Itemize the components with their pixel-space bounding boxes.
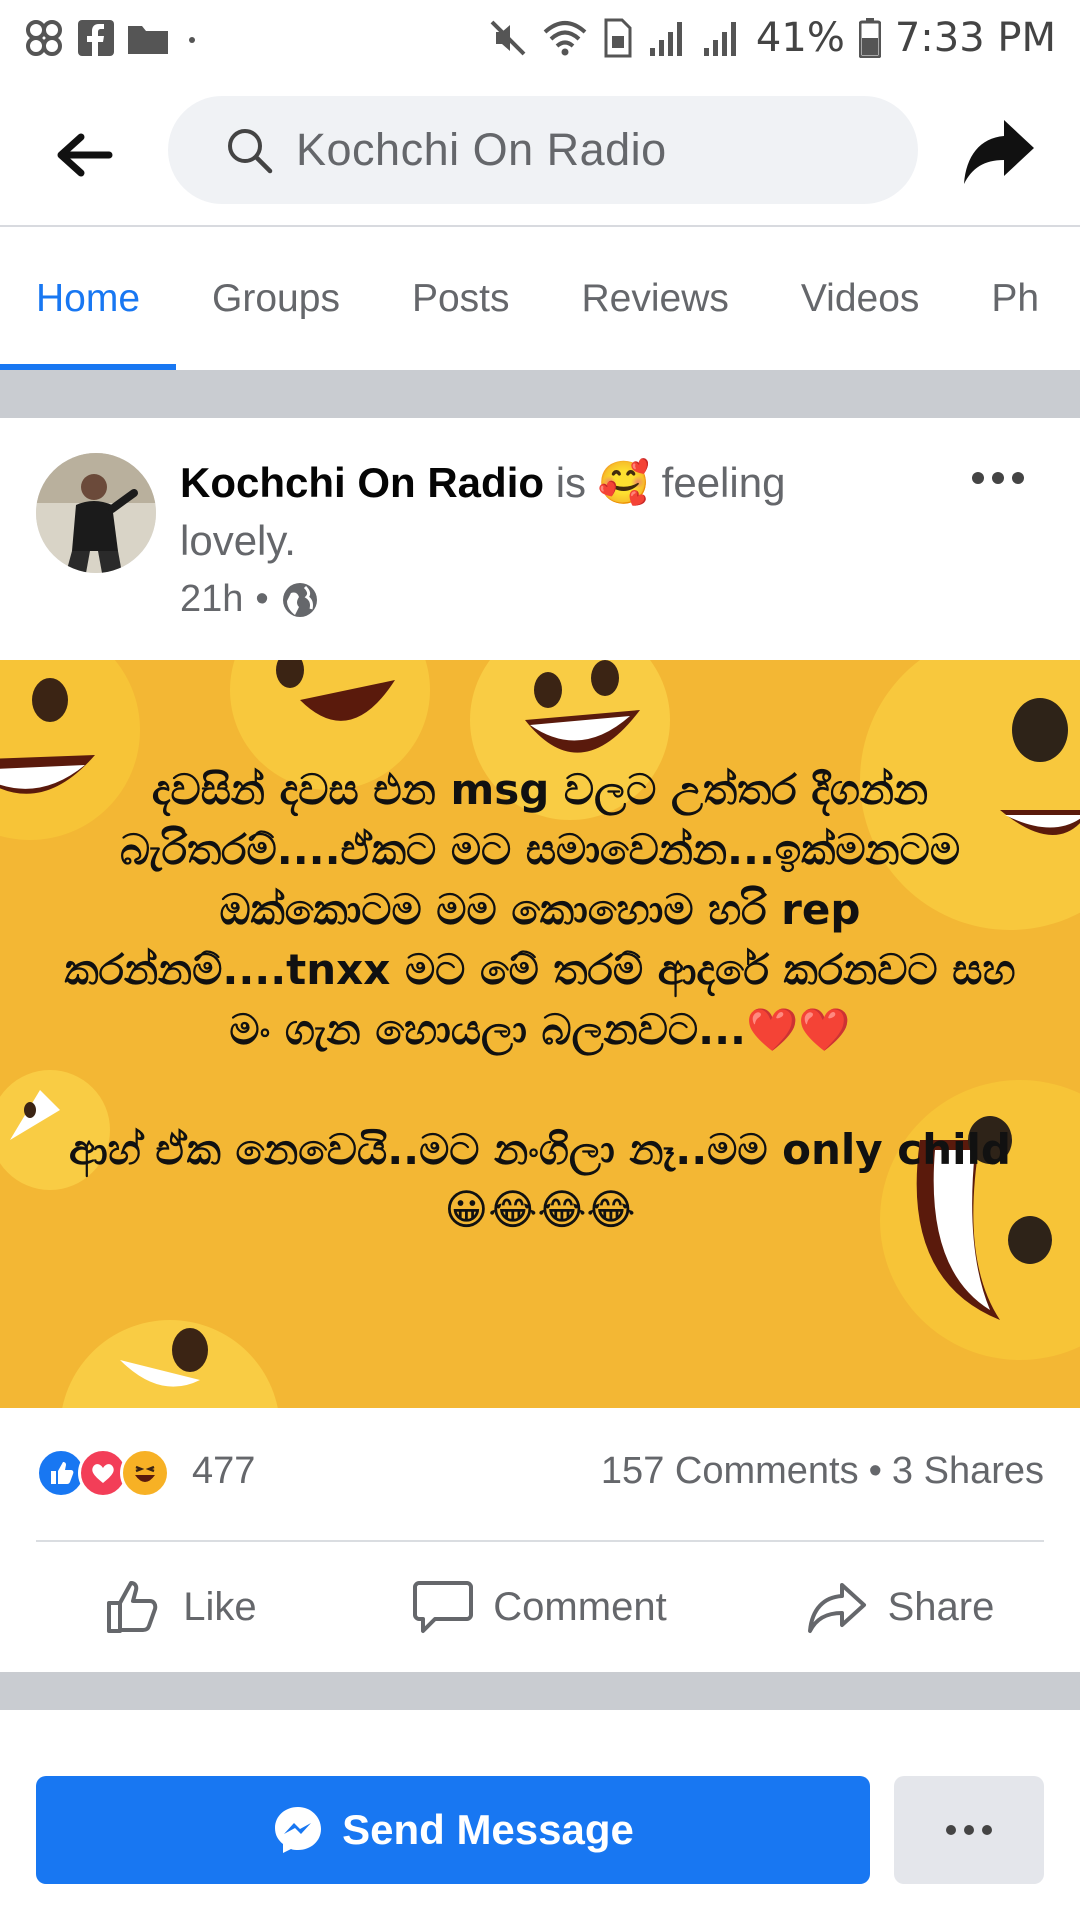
post-image-paragraph-1: දවසින් දවස එන msg වලට උත්තර දීගන්න බැරිත… [64, 765, 1016, 1054]
tab-label: Groups [212, 277, 340, 320]
send-message-label: Send Message [342, 1806, 634, 1853]
page-tabs: Home Groups Posts Reviews Videos Ph [0, 228, 1080, 370]
sim-icon [604, 18, 632, 57]
app-icon [26, 19, 62, 56]
tab-groups[interactable]: Groups [176, 228, 376, 370]
tab-photos[interactable]: Ph [955, 228, 1075, 370]
tab-posts[interactable]: Posts [376, 228, 546, 370]
back-button[interactable] [50, 120, 120, 190]
search-text: Kochchi On Radio [296, 124, 667, 175]
status-time: 7:33 PM [894, 14, 1056, 61]
shares-count[interactable]: 3 Shares [892, 1450, 1044, 1493]
status-right: 41% 7:33 PM [488, 15, 1056, 61]
post-time-row: 21h • [180, 578, 319, 621]
battery-percent: 41% [755, 14, 845, 61]
comment-label: Comment [493, 1584, 667, 1629]
share-page-button[interactable] [958, 112, 1038, 192]
tab-reviews[interactable]: Reviews [546, 228, 765, 370]
share-label: Share [887, 1584, 995, 1629]
comment-button[interactable]: Comment [360, 1542, 720, 1672]
more-dots-icon [946, 1825, 956, 1835]
tab-home[interactable]: Home [0, 228, 177, 370]
stats-separator: • [868, 1450, 882, 1492]
thumbs-up-icon [107, 1581, 158, 1633]
search-input[interactable]: Kochchi On Radio [168, 96, 918, 204]
messenger-icon [275, 1807, 322, 1853]
tab-label: Ph [991, 277, 1040, 320]
post-header: Kochchi On Radio is 🥰 feeling lovely. 21… [0, 418, 1080, 660]
comment-icon [413, 1581, 474, 1633]
signal-icon [649, 21, 682, 56]
tab-label: Posts [411, 277, 510, 320]
dot [972, 472, 984, 484]
facebook-icon [78, 19, 114, 56]
like-label: Like [183, 1584, 257, 1629]
haha-reaction-icon [120, 1448, 170, 1498]
post-image[interactable]: දවසින් දවස එන msg වලට උත්තර දීගන්න බැරිත… [0, 660, 1080, 1408]
time-separator: • [255, 578, 269, 620]
mute-icon [490, 20, 526, 55]
avatar-image [36, 453, 156, 573]
section-separator-bottom [0, 1672, 1080, 1710]
more-dots-icon [964, 1825, 974, 1835]
avatar[interactable] [36, 453, 156, 573]
reaction-count[interactable]: 477 [192, 1450, 255, 1493]
post-image-paragraph-2: ආහ් ඒක නෙවෙයි..මට නංගිලා නෑ..මම only chi… [69, 1125, 1011, 1234]
arrow-left-icon [57, 133, 113, 177]
status-bar: 41% 7:33 PM [0, 0, 1080, 75]
post-time[interactable]: 21h [180, 578, 243, 621]
signal-icon [703, 21, 736, 56]
dot [1012, 472, 1024, 484]
is-text: is [555, 459, 587, 506]
send-message-button[interactable]: Send Message [36, 1776, 870, 1884]
more-dots-icon [982, 1825, 992, 1835]
engagement-stats: 157 Comments • 3 Shares [601, 1450, 1044, 1493]
reaction-icons[interactable] [36, 1448, 170, 1498]
battery-icon [858, 17, 881, 58]
like-button[interactable]: Like [0, 1542, 360, 1672]
search-icon [228, 129, 273, 174]
dot [992, 472, 1004, 484]
top-divider [0, 225, 1080, 227]
folder-icon [128, 25, 168, 54]
wifi-icon [543, 20, 587, 55]
more-options-button[interactable] [894, 1776, 1044, 1884]
share-icon [807, 1583, 866, 1633]
tab-label: Reviews [581, 277, 729, 320]
post-title: Kochchi On Radio is 🥰 feeling lovely. [180, 454, 860, 570]
share-button[interactable]: Share [720, 1542, 1080, 1672]
top-bar: Kochchi On Radio [0, 90, 1080, 225]
section-separator [0, 370, 1080, 418]
post-actions: Like Comment Share [0, 1542, 1080, 1672]
author-name[interactable]: Kochchi On Radio [180, 459, 544, 506]
post-options-button[interactable] [968, 463, 1028, 493]
comments-count[interactable]: 157 Comments [601, 1450, 859, 1493]
globe-icon [282, 582, 317, 617]
share-arrow-icon [964, 120, 1034, 184]
post-image-text: දවසින් දවස එන msg වලට උත්තර දීගන්න බැරිත… [60, 760, 1020, 1300]
dot-icon [189, 36, 195, 43]
reactions-summary: 477 157 Comments • 3 Shares [0, 1408, 1080, 1538]
tab-label: Videos [800, 277, 920, 320]
tab-label: Home [36, 277, 141, 320]
feeling-emoji: 🥰 [597, 459, 650, 506]
status-left [24, 18, 202, 58]
tab-videos[interactable]: Videos [765, 228, 956, 370]
